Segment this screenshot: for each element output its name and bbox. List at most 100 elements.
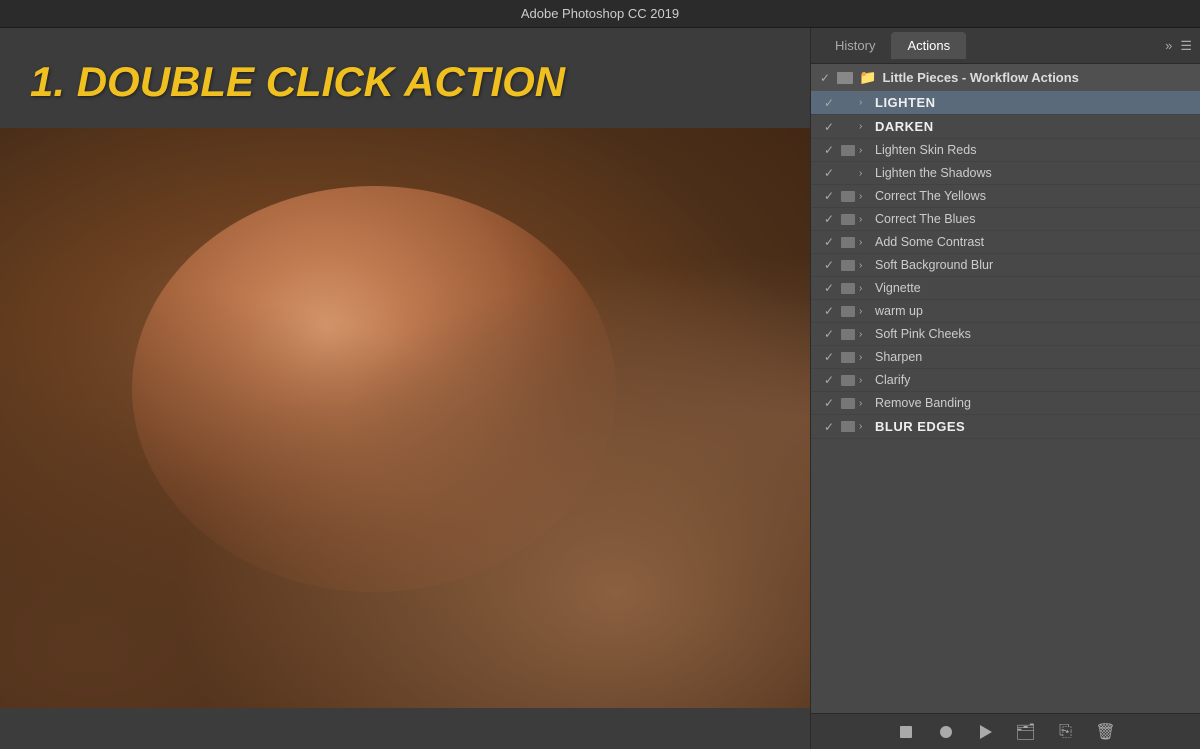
- create-action-button[interactable]: ⎘: [1054, 720, 1078, 744]
- action-check: ✓: [821, 373, 837, 387]
- action-stop-box: [841, 191, 855, 202]
- actions-list[interactable]: ✓ 📁 Little Pieces - Workflow Actions ✓ › L…: [811, 64, 1200, 713]
- action-item[interactable]: ✓ › Soft Pink Cheeks: [811, 323, 1200, 346]
- action-check: ✓: [821, 327, 837, 341]
- bottom-toolbar: 🗂 ⎘ 🗑: [811, 713, 1200, 749]
- action-item[interactable]: ✓›Sharpen: [811, 346, 1200, 369]
- group-stop-icon: [837, 72, 853, 84]
- action-stop-box: [841, 421, 855, 432]
- action-item[interactable]: ✓ › Soft Background Blur: [811, 254, 1200, 277]
- expand-icon[interactable]: »: [1165, 38, 1172, 54]
- action-name-label: DARKEN: [875, 119, 934, 134]
- create-set-button[interactable]: 🗂: [1014, 720, 1038, 744]
- action-expand-arrow: ›: [859, 283, 871, 294]
- action-stop-box: [841, 145, 855, 156]
- action-item[interactable]: ✓ › Lighten the Shadows: [811, 162, 1200, 185]
- group-check: ✓: [817, 71, 833, 85]
- action-expand-arrow: ›: [859, 421, 871, 432]
- new-action-icon: ⎘: [1059, 723, 1072, 741]
- tabs-bar: History Actions » ☰: [811, 28, 1200, 64]
- play-button[interactable]: [974, 720, 998, 744]
- action-expand-arrow: ›: [859, 145, 871, 156]
- right-panel: History Actions » ☰ ✓ 📁 Little Pieces - …: [810, 28, 1200, 749]
- actions-group-header[interactable]: ✓ 📁 Little Pieces - Workflow Actions: [811, 64, 1200, 91]
- action-item[interactable]: ✓ › Add Some Contrast: [811, 231, 1200, 254]
- action-expand-arrow: ›: [859, 306, 871, 317]
- photo-canvas: [0, 128, 810, 708]
- action-check: ✓: [821, 304, 837, 318]
- action-check: ✓: [821, 143, 837, 157]
- trash-icon: 🗑: [1095, 722, 1115, 742]
- tab-actions[interactable]: Actions: [891, 32, 966, 59]
- action-expand-arrow: ›: [859, 352, 871, 363]
- action-name-label: Lighten Skin Reds: [875, 143, 976, 157]
- action-name-label: Soft Pink Cheeks: [875, 327, 971, 341]
- action-name-label: Soft Background Blur: [875, 258, 993, 272]
- action-expand-arrow: ›: [859, 398, 871, 409]
- action-item[interactable]: ✓›Correct The Blues: [811, 208, 1200, 231]
- action-name-label: LIGHTEN: [875, 95, 936, 110]
- instruction-text: 1. DOUBLE CLICK ACTION: [30, 58, 565, 106]
- action-expand-arrow: ›: [859, 214, 871, 225]
- action-name-label: warm up: [875, 304, 923, 318]
- action-name-label: Sharpen: [875, 350, 922, 364]
- stop-button[interactable]: [894, 720, 918, 744]
- title-bar: Adobe Photoshop CC 2019: [0, 0, 1200, 28]
- main-layout: 1. DOUBLE CLICK ACTION History Actions »…: [0, 28, 1200, 749]
- action-items-container: ✓ › LIGHTEN ✓ › DARKEN ✓ › Lighten Skin Reds ✓ › Li…: [811, 91, 1200, 439]
- action-name-label: Correct The Yellows: [875, 189, 986, 203]
- stop-icon: [900, 726, 912, 738]
- record-icon: [940, 726, 952, 738]
- action-expand-arrow: ›: [859, 260, 871, 271]
- panel-menu-icon[interactable]: ☰: [1180, 38, 1192, 54]
- canvas-area: 1. DOUBLE CLICK ACTION: [0, 28, 810, 749]
- action-stop-box: [841, 329, 855, 340]
- action-stop-box: [841, 398, 855, 409]
- action-check: ✓: [821, 258, 837, 272]
- action-stop-box: [841, 121, 855, 132]
- action-check: ✓: [821, 120, 837, 134]
- action-name-label: Add Some Contrast: [875, 235, 984, 249]
- action-stop-box: [841, 375, 855, 386]
- action-expand-arrow: ›: [859, 97, 871, 108]
- action-stop-box: [841, 283, 855, 294]
- action-stop-box: [841, 237, 855, 248]
- action-stop-box: [841, 260, 855, 271]
- action-expand-arrow: ›: [859, 168, 871, 179]
- action-check: ✓: [821, 96, 837, 110]
- action-item[interactable]: ✓ › Lighten Skin Reds: [811, 139, 1200, 162]
- action-expand-arrow: ›: [859, 329, 871, 340]
- action-item[interactable]: ✓›Clarify: [811, 369, 1200, 392]
- action-expand-arrow: ›: [859, 191, 871, 202]
- folder-icon: 🗂: [1015, 722, 1035, 742]
- action-item[interactable]: ✓ › Vignette: [811, 277, 1200, 300]
- action-stop-box: [841, 306, 855, 317]
- action-check: ✓: [821, 189, 837, 203]
- action-name-label: Vignette: [875, 281, 921, 295]
- action-item[interactable]: ✓ › DARKEN: [811, 115, 1200, 139]
- action-name-label: BLUR EDGES: [875, 419, 965, 434]
- action-expand-arrow: ›: [859, 121, 871, 132]
- group-folder-icon: 📁: [859, 69, 876, 86]
- action-check: ✓: [821, 396, 837, 410]
- action-check: ✓: [821, 235, 837, 249]
- action-check: ✓: [821, 166, 837, 180]
- action-name-label: Correct The Blues: [875, 212, 976, 226]
- action-item[interactable]: ✓›Remove Banding: [811, 392, 1200, 415]
- action-name-label: Clarify: [875, 373, 910, 387]
- group-name: Little Pieces - Workflow Actions: [882, 70, 1078, 85]
- app-title: Adobe Photoshop CC 2019: [521, 6, 679, 21]
- action-item[interactable]: ✓ › warm up: [811, 300, 1200, 323]
- action-check: ✓: [821, 420, 837, 434]
- action-expand-arrow: ›: [859, 237, 871, 248]
- action-item[interactable]: ✓ › BLUR EDGES: [811, 415, 1200, 439]
- action-name-label: Lighten the Shadows: [875, 166, 992, 180]
- tab-history[interactable]: History: [819, 32, 891, 59]
- action-check: ✓: [821, 281, 837, 295]
- delete-button[interactable]: 🗑: [1094, 720, 1118, 744]
- action-item[interactable]: ✓ › LIGHTEN: [811, 91, 1200, 115]
- record-button[interactable]: [934, 720, 958, 744]
- action-stop-box: [841, 168, 855, 179]
- action-stop-box: [841, 214, 855, 225]
- action-item[interactable]: ✓ › Correct The Yellows: [811, 185, 1200, 208]
